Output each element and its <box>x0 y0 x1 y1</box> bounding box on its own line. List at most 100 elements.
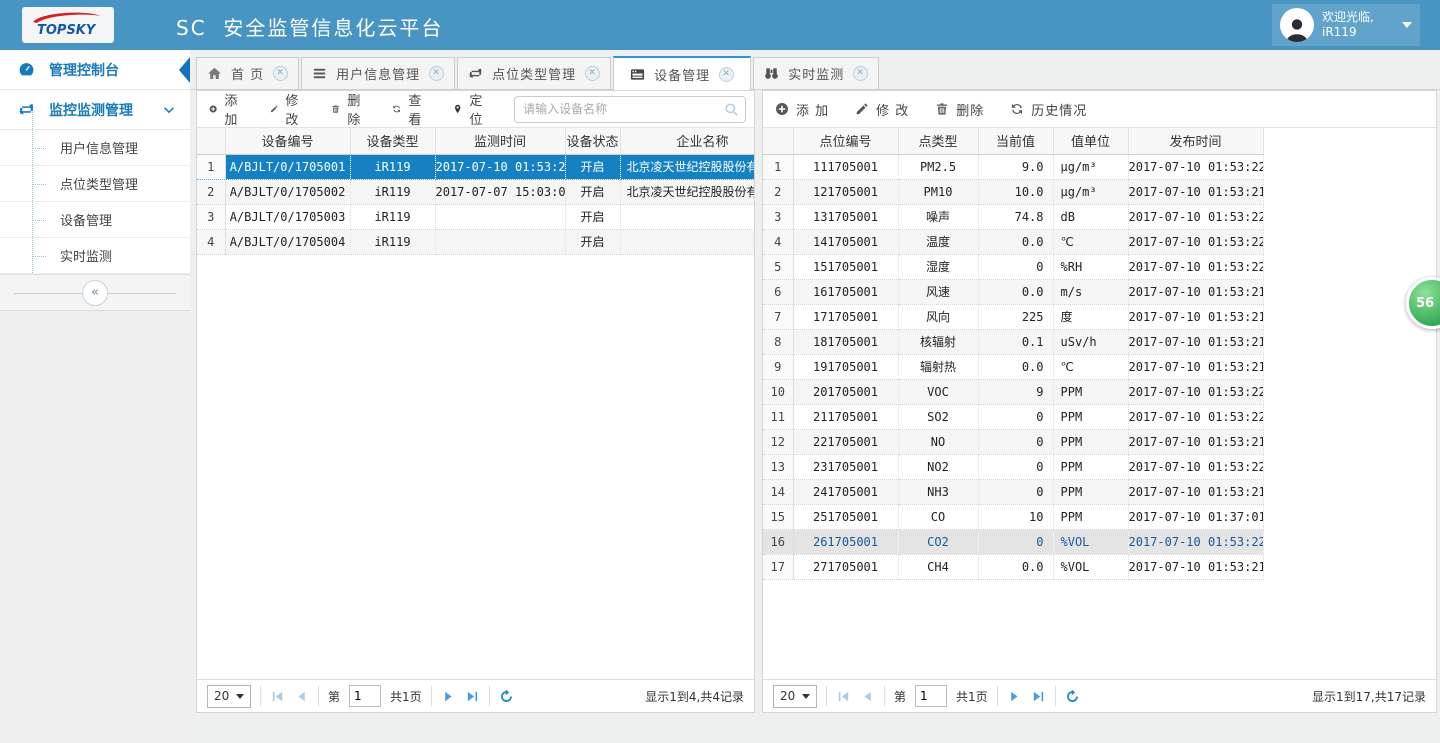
last-page-icon <box>1031 689 1046 704</box>
column-header[interactable]: 设备编号 <box>225 128 350 154</box>
column-header[interactable]: 设备状态 <box>565 128 620 154</box>
close-icon[interactable]: ✕ <box>853 66 868 81</box>
table-cell: 8 <box>763 329 793 354</box>
column-header-rownum[interactable] <box>197 128 225 154</box>
table-cell: 辐射热 <box>898 354 978 379</box>
search-input[interactable] <box>514 96 746 123</box>
close-icon[interactable]: ✕ <box>719 67 734 82</box>
table-row[interactable]: 16261705001CO20%VOL2017-07-10 01:53:22 <box>763 529 1263 554</box>
table-cell: 271705001 <box>793 554 898 579</box>
table-cell: 111705001 <box>793 154 898 179</box>
add-button[interactable]: 添 加 <box>209 90 244 128</box>
last-page-button[interactable] <box>1031 689 1046 704</box>
table-row[interactable]: 15251705001CO10PPM2017-07-10 01:37:01 <box>763 504 1263 529</box>
table-row[interactable]: 8181705001核辐射0.1uSv/h2017-07-10 01:53:21 <box>763 329 1263 354</box>
table-cell: %VOL <box>1053 554 1128 579</box>
table-row[interactable]: 1A/BJLT/0/1705001iR1192017-07-10 01:53:2… <box>197 154 754 179</box>
table-row[interactable]: 2121705001PM1010.0μg/m³2017-07-10 01:53:… <box>763 179 1263 204</box>
table-row[interactable]: 11211705001SO20PPM2017-07-10 01:53:22 <box>763 404 1263 429</box>
table-row[interactable]: 3131705001噪声74.8dB2017-07-10 01:53:22 <box>763 204 1263 229</box>
close-icon[interactable]: ✕ <box>429 66 444 81</box>
table-cell: ℃ <box>1053 354 1128 379</box>
table-row[interactable]: 14241705001NH30PPM2017-07-10 01:53:21 <box>763 479 1263 504</box>
column-header[interactable]: 监测时间 <box>435 128 565 154</box>
sidebar-menu: 管理控制台 监控监测管理 用户信息管理 点位类型管理 设备管理 实时监测 <box>0 50 190 275</box>
delete-button[interactable]: 删除 <box>331 90 366 128</box>
sidebar-item-user-info[interactable]: 用户信息管理 <box>0 130 190 166</box>
sidebar-item-monitor-management[interactable]: 监控监测管理 <box>0 90 190 130</box>
table-cell: 北京凌天世纪控股股份有限公司 <box>620 179 754 204</box>
prev-page-button[interactable] <box>294 689 309 704</box>
table-row[interactable]: 17271705001CH40.0%VOL2017-07-10 01:53:21 <box>763 554 1263 579</box>
first-page-button[interactable] <box>836 689 851 704</box>
edit-button[interactable]: 修 改 <box>855 100 909 119</box>
tab-device-management[interactable]: 设备管理 ✕ <box>613 56 751 90</box>
column-header[interactable]: 设备类型 <box>350 128 435 154</box>
sidebar-item-console[interactable]: 管理控制台 <box>0 50 190 90</box>
first-page-icon <box>836 689 851 704</box>
table-row[interactable]: 2A/BJLT/0/1705002iR1192017-07-07 15:03:0… <box>197 179 754 204</box>
table-row[interactable]: 13231705001NO20PPM2017-07-10 01:53:22 <box>763 454 1263 479</box>
column-header[interactable]: 点类型 <box>898 128 978 154</box>
column-header[interactable]: 当前值 <box>978 128 1053 154</box>
table-row[interactable]: 7171705001风向225度2017-07-10 01:53:21 <box>763 304 1263 329</box>
table-row[interactable]: 5151705001湿度0%RH2017-07-10 01:53:22 <box>763 254 1263 279</box>
sidebar-item-device[interactable]: 设备管理 <box>0 202 190 238</box>
view-button[interactable]: 查看 <box>392 90 427 128</box>
next-page-button[interactable] <box>441 689 456 704</box>
table-cell: 风向 <box>898 304 978 329</box>
trash-icon <box>331 102 340 116</box>
sidebar-item-realtime[interactable]: 实时监测 <box>0 238 190 274</box>
button-label: 修 改 <box>876 100 909 119</box>
page-number-input[interactable] <box>915 685 947 707</box>
table-cell: 3 <box>197 204 225 229</box>
button-label: 历史情况 <box>1031 100 1087 119</box>
column-header[interactable]: 值单位 <box>1053 128 1128 154</box>
prev-page-button[interactable] <box>860 689 875 704</box>
column-header[interactable]: 点位编号 <box>793 128 898 154</box>
tab-user-info[interactable]: 用户信息管理 ✕ <box>301 57 455 89</box>
search-icon[interactable] <box>724 102 739 117</box>
history-button[interactable]: 历史情况 <box>1010 100 1087 119</box>
table-cell: 3 <box>763 204 793 229</box>
table-row[interactable]: 1111705001PM2.59.0μg/m³2017-07-10 01:53:… <box>763 154 1263 179</box>
refresh-table-button[interactable] <box>1065 689 1080 704</box>
table-cell: 0 <box>978 529 1053 554</box>
sidebar-item-point-type[interactable]: 点位类型管理 <box>0 166 190 202</box>
close-icon[interactable]: ✕ <box>585 66 600 81</box>
refresh-icon <box>1010 102 1024 116</box>
edit-button[interactable]: 修 改 <box>270 90 305 128</box>
table-row[interactable]: 10201705001VOC9PPM2017-07-10 01:53:22 <box>763 379 1263 404</box>
close-icon[interactable]: ✕ <box>273 66 288 81</box>
table-cell: 开启 <box>565 179 620 204</box>
column-header[interactable]: 企业名称 <box>620 128 754 154</box>
divider <box>260 686 261 706</box>
table-row[interactable]: 6161705001风速0.0m/s2017-07-10 01:53:21 <box>763 279 1263 304</box>
caret-down-icon[interactable] <box>1402 22 1412 28</box>
table-row[interactable]: 3A/BJLT/0/1705003iR119开启 <box>197 204 754 229</box>
refresh-table-button[interactable] <box>499 689 514 704</box>
delete-button[interactable]: 删除 <box>935 100 984 119</box>
first-page-button[interactable] <box>270 689 285 704</box>
table-row[interactable]: 9191705001辐射热0.0℃2017-07-10 01:53:21 <box>763 354 1263 379</box>
table-row[interactable]: 4141705001温度0.0℃2017-07-10 01:53:22 <box>763 229 1263 254</box>
page-size-select[interactable]: 20 <box>207 685 251 708</box>
locate-button[interactable]: 定位 <box>453 90 488 128</box>
first-page-icon <box>270 689 285 704</box>
column-header[interactable]: 发布时间 <box>1128 128 1263 154</box>
table-row[interactable]: 4A/BJLT/0/1705004iR119开启 <box>197 229 754 254</box>
next-page-button[interactable] <box>1007 689 1022 704</box>
user-menu[interactable]: 欢迎光临, iR119 <box>1272 4 1420 46</box>
collapse-sidebar-button[interactable]: « <box>82 280 108 306</box>
tab-home[interactable]: 首 页 ✕ <box>196 57 299 89</box>
table-row[interactable]: 12221705001NO0PPM2017-07-10 01:53:21 <box>763 429 1263 454</box>
column-header-rownum[interactable] <box>763 128 793 154</box>
page-size-select[interactable]: 20 <box>773 685 817 708</box>
tab-realtime-monitor[interactable]: 实时监测 ✕ <box>753 57 879 89</box>
tab-point-type[interactable]: 点位类型管理 ✕ <box>457 57 611 89</box>
map-pin-icon <box>453 102 462 116</box>
table-cell: 2017-07-07 15:03:05 <box>435 179 565 204</box>
page-number-input[interactable] <box>349 685 381 707</box>
add-button[interactable]: 添 加 <box>775 100 829 119</box>
last-page-button[interactable] <box>465 689 480 704</box>
